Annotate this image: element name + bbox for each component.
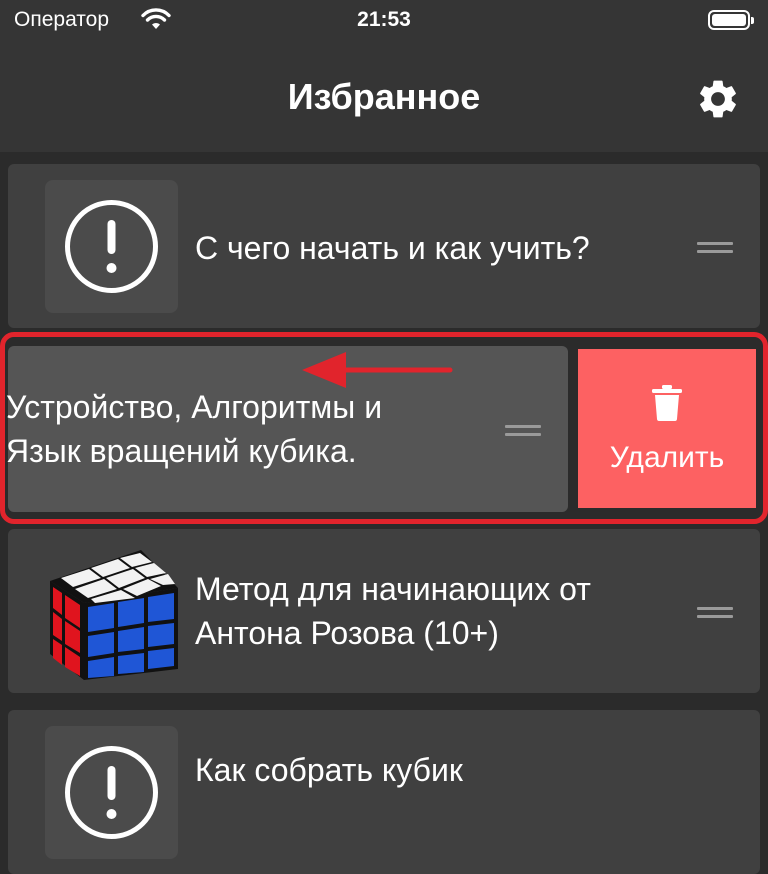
status-bar: Оператор 21:53 — [0, 0, 768, 44]
row-thumbnail — [45, 180, 178, 313]
reorder-handle-icon[interactable] — [697, 607, 733, 623]
row-title-line: Язык вращений кубика. — [6, 433, 357, 469]
favorite-row[interactable]: С чего начать и как учить? — [8, 164, 760, 328]
swipe-left-arrow-icon — [302, 352, 453, 388]
reorder-handle-icon[interactable] — [505, 425, 541, 441]
delete-button[interactable]: Удалить — [578, 349, 756, 508]
row-title-line: Как собрать кубик — [195, 752, 463, 788]
delete-button-label: Удалить — [609, 441, 725, 474]
exclamation-circle-icon — [65, 200, 158, 293]
battery-icon — [708, 10, 754, 30]
row-title: Метод для начинающих от Антона Розова (1… — [195, 567, 695, 655]
exclamation-circle-icon — [65, 746, 158, 839]
row-title-line: Антона Розова (10+) — [195, 615, 499, 651]
status-time: 21:53 — [357, 8, 411, 31]
row-title-line: Устройство, Алгоритмы и — [6, 389, 383, 425]
row-title-line: Метод для начинающих от — [195, 571, 591, 607]
favorite-row[interactable]: Как собрать кубик — [8, 710, 760, 874]
row-title: Устройство, Алгоритмы и Язык вращений ку… — [6, 385, 486, 473]
gear-icon[interactable] — [695, 76, 741, 122]
navigation-bar: Избранное — [0, 44, 768, 152]
reorder-handle-icon[interactable] — [697, 242, 733, 258]
row-title: С чего начать и как учить? — [195, 226, 695, 270]
row-title-line: С чего начать и как учить? — [195, 230, 590, 266]
rubiks-cube-icon — [50, 550, 178, 680]
row-thumbnail — [45, 726, 178, 859]
trash-icon — [652, 385, 682, 421]
row-title: Как собрать кубик — [195, 748, 695, 792]
page-title: Избранное — [287, 76, 481, 117]
favorite-row-swiped[interactable]: Устройство, Алгоритмы и Язык вращений ку… — [6, 346, 568, 512]
favorite-row[interactable]: Метод для начинающих от Антона Розова (1… — [8, 529, 760, 693]
